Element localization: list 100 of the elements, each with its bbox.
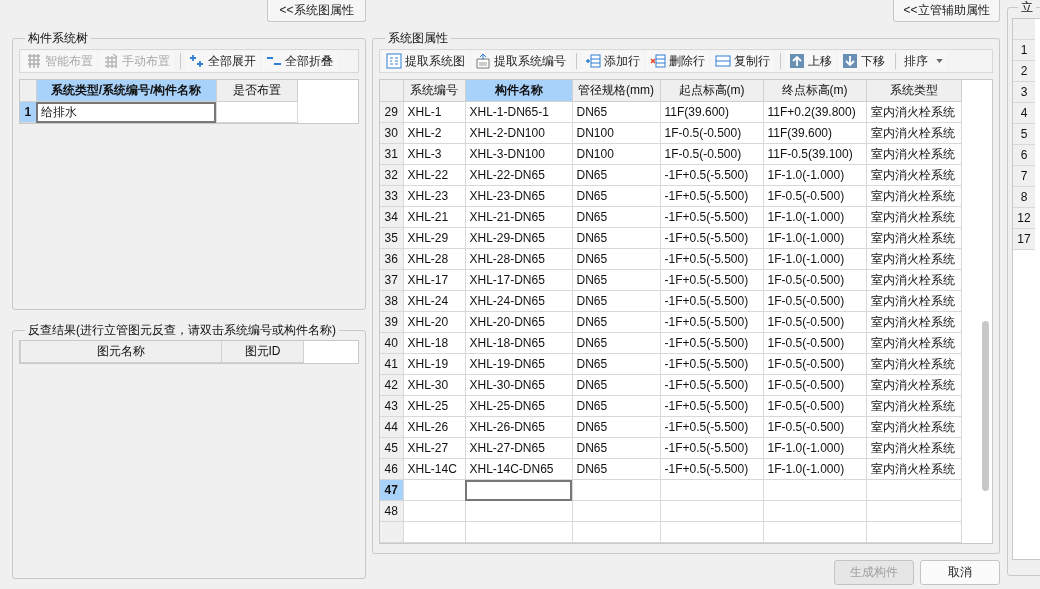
table-cell: -1F+0.5(-5.500) [660, 332, 763, 354]
arrow-down-icon [842, 53, 858, 69]
row-number[interactable]: 6 [1013, 145, 1035, 166]
table-cell: 1F-0.5(-0.500) [763, 353, 866, 375]
table-cell: -1F+0.5(-5.500) [660, 206, 763, 228]
table-cell: XHL-19-DN65 [465, 353, 572, 375]
table-cell: 1F-0.5(-0.500) [660, 143, 763, 165]
table-cell: 室内消火栓系统 [866, 416, 961, 438]
table-cell: XHL-1 [403, 101, 465, 123]
grid-icon [103, 53, 119, 69]
row-number[interactable]: 41 [380, 353, 403, 375]
table-cell: XHL-26 [403, 416, 465, 438]
table-cell: XHL-22-DN65 [465, 164, 572, 186]
table-cell: DN65 [572, 227, 660, 249]
column-header[interactable]: 图元ID [221, 341, 304, 363]
row-number[interactable]: 48 [380, 500, 403, 522]
table-cell: 1F-1.0(-1.000) [763, 164, 866, 186]
row-number[interactable]: 43 [380, 395, 403, 417]
row-number[interactable]: 1 [20, 101, 36, 123]
row-number[interactable]: 39 [380, 311, 403, 333]
table-cell: DN65 [572, 437, 660, 459]
row-number[interactable]: 31 [380, 143, 403, 165]
add-row-icon [585, 53, 601, 69]
row-number[interactable]: 17 [1013, 229, 1035, 250]
table-cell: XHL-21-DN65 [465, 206, 572, 228]
group-title: 构件系统树 [27, 31, 89, 45]
table-cell: 室内消火栓系统 [866, 290, 961, 312]
row-number[interactable]: 5 [1013, 124, 1035, 145]
table-cell: 1F-1.0(-1.000) [763, 227, 866, 249]
plus-icon [189, 53, 205, 69]
table-cell: -1F+0.5(-5.500) [660, 437, 763, 459]
table-cell: DN65 [572, 164, 660, 186]
table-cell: XHL-24-DN65 [465, 290, 572, 312]
table-cell: -1F+0.5(-5.500) [660, 311, 763, 333]
table-cell: XHL-18 [403, 332, 465, 354]
table-cell: 室内消火栓系统 [866, 101, 961, 123]
row-number[interactable]: 32 [380, 164, 403, 186]
row-number[interactable]: 8 [1013, 187, 1035, 208]
column-header[interactable]: 系统类型/系统编号/构件名称 [36, 80, 216, 102]
table-cell: XHL-21 [403, 206, 465, 228]
table-cell: 1F-0.5(-0.500) [763, 311, 866, 333]
column-header[interactable]: 管径规格(mm) [572, 80, 660, 102]
row-number[interactable]: 44 [380, 416, 403, 438]
row-number[interactable]: 33 [380, 185, 403, 207]
table-cell: 室内消火栓系统 [866, 437, 961, 459]
table-cell: 11F+0.2(39.800) [763, 101, 866, 123]
table-cell: 给排水 [36, 101, 216, 123]
column-header[interactable]: 图元名称 [20, 341, 222, 363]
table-cell: 室内消火栓系统 [866, 143, 961, 165]
column-header[interactable]: 终点标高(m) [763, 80, 866, 102]
table-cell: 1F-0.5(-0.500) [763, 395, 866, 417]
table-cell: 室内消火栓系统 [866, 269, 961, 291]
row-number[interactable]: 47 [380, 479, 403, 501]
table-cell: 1F-0.5(-0.500) [763, 269, 866, 291]
table-cell: 室内消火栓系统 [866, 374, 961, 396]
row-number[interactable]: 36 [380, 248, 403, 270]
table-cell: -1F+0.5(-5.500) [660, 290, 763, 312]
table-cell: XHL-19 [403, 353, 465, 375]
row-number[interactable]: 12 [1013, 208, 1035, 229]
table-cell: XHL-28-DN65 [465, 248, 572, 270]
column-header[interactable]: 系统编号 [403, 80, 465, 102]
toggle-panel-button[interactable]: <<立管辅助属性 [893, 0, 1000, 22]
row-number[interactable]: 3 [1013, 82, 1035, 103]
column-header[interactable]: 是否布置 [216, 80, 297, 102]
table-cell: -1F+0.5(-5.500) [660, 248, 763, 270]
grid-icon [26, 53, 42, 69]
table-cell: 1F-1.0(-1.000) [763, 458, 866, 480]
table-cell: 室内消火栓系统 [866, 311, 961, 333]
table-cell: 1F-0.5(-0.500) [763, 416, 866, 438]
column-header[interactable]: 构件名称 [465, 80, 572, 102]
row-number[interactable]: 4 [1013, 103, 1035, 124]
row-number[interactable]: 2 [1013, 61, 1035, 82]
column-header[interactable]: 起点标高(m) [660, 80, 763, 102]
row-number[interactable]: 35 [380, 227, 403, 249]
table-cell: 1F-1.0(-1.000) [763, 206, 866, 228]
table-cell: 室内消火栓系统 [866, 185, 961, 207]
row-number[interactable]: 42 [380, 374, 403, 396]
toggle-panel-button[interactable]: <<系统图属性 [267, 0, 366, 22]
row-number[interactable]: 46 [380, 458, 403, 480]
table-cell: DN65 [572, 353, 660, 375]
table-cell: 室内消火栓系统 [866, 395, 961, 417]
row-number[interactable]: 37 [380, 269, 403, 291]
row-number[interactable]: 45 [380, 437, 403, 459]
row-number[interactable]: 34 [380, 206, 403, 228]
dialog-button[interactable]: 取消 [920, 560, 1000, 585]
row-number[interactable]: 7 [1013, 166, 1035, 187]
row-number[interactable]: 38 [380, 290, 403, 312]
arrow-up-icon [789, 53, 805, 69]
row-number[interactable]: 29 [380, 101, 403, 123]
table-cell: XHL-25 [403, 395, 465, 417]
row-number[interactable]: 1 [1013, 40, 1035, 61]
column-header[interactable]: 系统类型 [866, 80, 961, 102]
row-number[interactable]: 30 [380, 122, 403, 144]
row-number[interactable]: 40 [380, 332, 403, 354]
table-cell: XHL-30-DN65 [465, 374, 572, 396]
table-cell: DN65 [572, 374, 660, 396]
table-cell: -1F+0.5(-5.500) [660, 458, 763, 480]
group-title: 立 [1020, 0, 1034, 14]
table-cell: -1F+0.5(-5.500) [660, 269, 763, 291]
table-cell: XHL-14C [403, 458, 465, 480]
